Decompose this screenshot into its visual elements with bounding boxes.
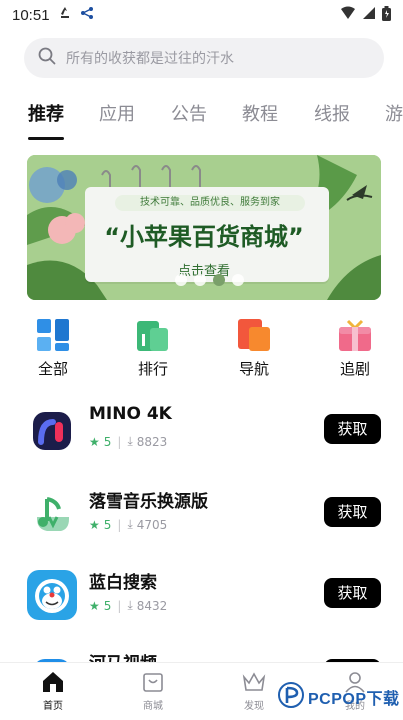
signal-icon	[362, 6, 376, 24]
nav-shop[interactable]: 商城	[123, 669, 183, 712]
mino-app-icon	[27, 406, 77, 456]
category-shortcuts: 全部 排行 导航 追剧	[0, 318, 403, 382]
app-downloads: 8823	[136, 434, 168, 449]
list-item[interactable]: 蓝白搜索 ★ 5 | ⤓ 8432 获取	[0, 562, 403, 642]
battery-icon	[382, 5, 391, 25]
app-rating: 5	[103, 517, 112, 532]
carousel-dot[interactable]	[194, 274, 206, 286]
star-icon: ★	[89, 598, 100, 613]
app-meta: ★ 5 | ⤓ 8823	[89, 434, 168, 449]
download-icon: ⤓	[127, 517, 133, 531]
category-navigation[interactable]: 导航	[224, 318, 284, 379]
app-rating: 5	[103, 598, 112, 613]
category-tabs: 推荐 应用 公告 教程 线报 游	[0, 96, 403, 146]
download-icon: ⤓	[127, 434, 133, 448]
notification-app-icon	[58, 6, 72, 24]
get-button[interactable]: 获取	[324, 414, 381, 444]
grid-icon	[36, 318, 70, 352]
list-item[interactable]: MINO 4K ★ 5 | ⤓ 8823 获取	[0, 398, 403, 478]
navigation-icon	[237, 318, 271, 352]
tab-games[interactable]: 游	[385, 100, 403, 126]
status-time: 10:51	[12, 6, 50, 24]
download-icon: ⤓	[127, 598, 133, 612]
crown-icon	[241, 669, 267, 695]
star-icon: ★	[89, 517, 100, 532]
carousel-dot[interactable]	[232, 274, 244, 286]
wifi-icon	[340, 6, 356, 24]
share-network-icon	[80, 6, 94, 24]
category-ranking[interactable]: 排行	[123, 318, 183, 379]
app-downloads: 8432	[136, 598, 168, 613]
gift-tv-icon	[338, 318, 372, 352]
category-series[interactable]: 追剧	[325, 318, 385, 379]
active-tab-indicator	[28, 137, 64, 140]
app-rating: 5	[103, 434, 112, 449]
carousel-dot[interactable]	[175, 274, 187, 286]
ranking-icon	[136, 318, 170, 352]
search-placeholder: 所有的收获都是过往的汗水	[66, 51, 234, 67]
home-icon	[40, 669, 66, 695]
app-downloads: 4705	[136, 517, 168, 532]
tab-tutorials[interactable]: 教程	[242, 100, 278, 126]
get-button[interactable]: 获取	[324, 497, 381, 527]
get-button[interactable]: 获取	[324, 578, 381, 608]
category-all[interactable]: 全部	[23, 318, 83, 379]
banner-title: “小苹果百货商城”	[104, 223, 304, 251]
nav-home[interactable]: 首页	[23, 669, 83, 712]
promo-banner[interactable]: 技术可靠、品质优良、服务到家 “小苹果百货商城” 点击查看	[27, 155, 381, 300]
watermark-logo: PCPOP下载	[278, 682, 400, 712]
status-bar: 10:51	[0, 0, 403, 30]
carousel-dots	[175, 274, 244, 286]
app-meta: ★ 5 | ⤓ 4705	[89, 517, 168, 532]
tab-apps[interactable]: 应用	[99, 100, 135, 126]
app-name: MINO 4K	[89, 404, 172, 424]
tab-recommend[interactable]: 推荐	[28, 100, 64, 126]
nav-discover[interactable]: 发现	[224, 669, 284, 712]
search-app-icon	[27, 570, 77, 620]
search-icon	[38, 47, 56, 69]
app-meta: ★ 5 | ⤓ 8432	[89, 598, 168, 613]
banner-subtitle: 技术可靠、品质优良、服务到家	[115, 195, 305, 211]
pcpop-logo-icon	[278, 682, 304, 712]
shop-icon	[140, 669, 166, 695]
search-bar[interactable]: 所有的收获都是过往的汗水	[24, 38, 384, 78]
star-icon: ★	[89, 434, 100, 449]
app-name: 落雪音乐换源版	[89, 492, 208, 512]
tab-announcements[interactable]: 公告	[171, 100, 207, 126]
music-app-icon	[27, 489, 77, 539]
watermark-text: PCPOP下载	[308, 691, 400, 708]
carousel-dot-active[interactable]	[213, 274, 225, 286]
tab-tips[interactable]: 线报	[314, 100, 350, 126]
list-item[interactable]: 落雪音乐换源版 ★ 5 | ⤓ 4705 获取	[0, 481, 403, 561]
app-name: 蓝白搜索	[89, 573, 157, 593]
